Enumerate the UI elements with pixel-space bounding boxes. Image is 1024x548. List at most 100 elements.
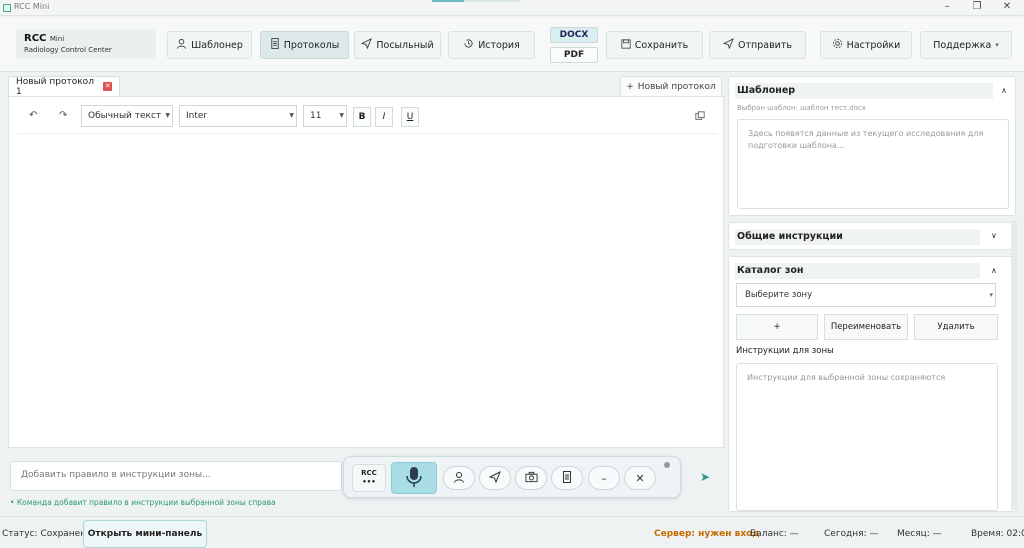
rcc-menu-button[interactable]: RCC ••• xyxy=(352,464,386,492)
brand-name: RCC xyxy=(24,33,47,44)
zone-instructions-textarea[interactable]: Инструкции для выбранной зоны сохраняютс… xyxy=(736,363,998,511)
balance-status: Баланс: — xyxy=(750,529,799,539)
history-icon xyxy=(463,38,474,52)
font-family-select[interactable]: Inter ▼ xyxy=(179,105,297,127)
app-icon xyxy=(3,4,11,12)
send-icon xyxy=(722,37,734,52)
pdf-format-toggle[interactable]: PDF xyxy=(550,47,598,63)
delete-zone-button[interactable]: Удалить xyxy=(914,314,998,340)
support-label: Поддержка xyxy=(933,39,992,51)
underline-button[interactable]: U xyxy=(401,107,419,127)
protocols-button[interactable]: Протоколы xyxy=(260,31,349,59)
add-zone-button[interactable]: + xyxy=(736,314,818,340)
templater-textarea[interactable]: Здесь появятся данные из текущего исслед… xyxy=(737,119,1009,209)
main-toolbar: RCC Mini Radiology Control Center Шаблон… xyxy=(0,17,1024,72)
history-label: История xyxy=(478,39,520,51)
right-panel: Шаблонер ∧ Выбран шаблон: шаблон тест.do… xyxy=(728,76,1016,512)
brand-subtitle: Radiology Control Center xyxy=(24,46,112,54)
camera-icon xyxy=(524,471,538,486)
minimize-bar-button[interactable]: – xyxy=(588,466,620,490)
history-button[interactable]: История xyxy=(448,31,535,59)
drag-handle-icon[interactable] xyxy=(664,462,670,468)
paragraph-style-value: Обычный текст xyxy=(88,111,162,121)
paper-plane-icon xyxy=(360,37,373,52)
templater-card: Шаблонер ∧ Выбран шаблон: шаблон тест.do… xyxy=(728,76,1016,216)
title-accent xyxy=(432,0,464,2)
more-icon: ••• xyxy=(362,478,376,486)
minus-icon: – xyxy=(601,471,607,485)
save-label: Сохранить xyxy=(634,39,689,51)
zone-instructions-label: Инструкции для зоны xyxy=(736,346,834,356)
gear-icon xyxy=(832,38,843,52)
new-protocol-button[interactable]: + Новый протокол xyxy=(620,76,722,98)
title-bar: RCC Mini – ❐ ✕ xyxy=(0,0,1024,16)
microphone-icon xyxy=(405,466,423,491)
document-action-button[interactable] xyxy=(551,466,583,490)
settings-button[interactable]: Настройки xyxy=(820,31,912,59)
today-status: Сегодня: — xyxy=(824,529,879,539)
save-button[interactable]: Сохранить xyxy=(606,31,703,59)
minimize-button[interactable]: – xyxy=(932,0,962,14)
italic-button[interactable]: I xyxy=(375,107,393,127)
right-panel-scrollbar[interactable] xyxy=(1011,220,1017,510)
month-status: Месяц: — xyxy=(897,529,942,539)
send-label: Отправить xyxy=(738,39,792,51)
posylny-button[interactable]: Посыльный xyxy=(354,31,441,59)
document-icon xyxy=(270,38,280,52)
rule-input[interactable]: Добавить правило в инструкции зоны... xyxy=(10,461,342,491)
user-icon xyxy=(453,471,465,486)
user-icon xyxy=(176,38,187,52)
save-status: Статус: Сохранено xyxy=(2,529,92,539)
zone-select[interactable]: Выберите зону ▾ xyxy=(736,283,996,307)
support-dropdown[interactable]: Поддержка ▾ xyxy=(920,31,1012,59)
zone-catalog-title: Каталог зон xyxy=(737,265,804,276)
bold-button[interactable]: B xyxy=(353,107,371,127)
paper-plane-icon xyxy=(488,470,501,486)
title-accent-secondary xyxy=(464,0,520,2)
toolbar-divider xyxy=(17,133,717,134)
send-button[interactable]: Отправить xyxy=(709,31,806,59)
microphone-button[interactable] xyxy=(391,462,437,494)
rule-hint: • Команда добавит правило в инструкции в… xyxy=(10,498,276,507)
redo-icon[interactable]: ↷ xyxy=(59,110,67,121)
selected-template-note: Выбран шаблон: шаблон тест.docx xyxy=(737,104,866,112)
tab-label: Новый протокол 1 xyxy=(16,76,94,97)
chevron-down-icon: ▾ xyxy=(989,291,993,299)
rename-zone-button[interactable]: Переименовать xyxy=(824,314,908,340)
maximize-button[interactable]: ❐ xyxy=(962,0,992,14)
save-icon xyxy=(621,38,631,52)
chevron-up-icon[interactable]: ∧ xyxy=(1001,86,1007,95)
undo-icon[interactable]: ↶ xyxy=(29,110,37,121)
templater-card-title: Шаблонер xyxy=(737,85,796,96)
general-instructions-card: Общие инструкции ∨ xyxy=(728,222,1016,250)
chevron-down-icon[interactable]: ∨ xyxy=(991,231,997,240)
templater-button[interactable]: Шаблонер xyxy=(167,31,252,59)
close-tab-icon[interactable]: ✕ xyxy=(103,82,112,91)
font-size-select[interactable]: 11 ▼ xyxy=(303,105,347,127)
voice-control-bar: RCC ••• – ✕ xyxy=(343,456,681,498)
camera-button[interactable] xyxy=(515,466,547,490)
send-action-button[interactable] xyxy=(479,466,511,490)
tab-new-protocol-1[interactable]: Новый протокол 1 ✕ xyxy=(8,76,120,97)
chevron-down-icon: ▼ xyxy=(339,112,344,119)
chevron-up-icon[interactable]: ∧ xyxy=(991,266,997,275)
open-mini-panel-button[interactable]: Открыть мини-панель xyxy=(83,520,207,548)
close-bar-button[interactable]: ✕ xyxy=(624,466,656,490)
server-status: Сервер: нужен вход xyxy=(654,529,760,539)
docx-format-toggle[interactable]: DOCX xyxy=(550,27,598,43)
chevron-down-icon: ▼ xyxy=(165,112,170,119)
copy-icon[interactable] xyxy=(695,111,705,124)
chevron-down-icon: ▼ xyxy=(289,112,294,119)
new-protocol-label: Новый протокол xyxy=(637,82,716,92)
user-action-button[interactable] xyxy=(443,466,475,490)
window-title: RCC Mini xyxy=(14,2,50,11)
editor-format-toolbar: ↶ ↷ Обычный текст ▼ Inter ▼ 11 ▼ B I U xyxy=(19,105,709,129)
general-instructions-title: Общие инструкции xyxy=(737,231,843,242)
brand-name-small: Mini xyxy=(49,35,65,43)
close-window-button[interactable]: ✕ xyxy=(992,0,1022,14)
posylny-label: Посыльный xyxy=(376,39,434,51)
send-rule-icon[interactable]: ➤ xyxy=(700,470,710,484)
status-bar: Статус: Сохранено Открыть мини-панель Се… xyxy=(0,516,1024,548)
font-size-value: 11 xyxy=(310,111,322,121)
paragraph-style-select[interactable]: Обычный текст ▼ xyxy=(81,105,173,127)
